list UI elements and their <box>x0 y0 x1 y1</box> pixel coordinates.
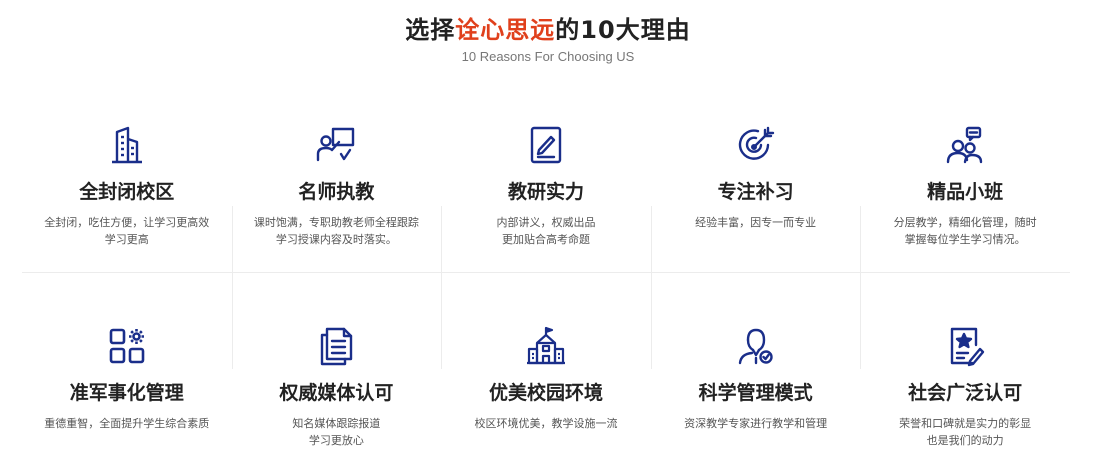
reason-card: 社会广泛认可 荣誉和口碑就是实力的彰显 也是我们的动力 <box>860 273 1070 447</box>
reason-title: 社会广泛认可 <box>908 382 1023 404</box>
building-icon <box>111 126 142 164</box>
section-header: 选择诠心思远的10大理由 10 Reasons For Choosing US <box>0 0 1096 64</box>
section-subtitle: 10 Reasons For Choosing US <box>461 49 635 64</box>
reason-card: 全封闭校区 全封闭，吃住方便，让学习更高效 学习更高 <box>22 120 232 273</box>
title-suffix: 的10大理由 <box>555 16 691 44</box>
reason-description: 资深教学专家进行教学和管理 <box>684 417 828 430</box>
reason-description: 课时饱满，专职助教老师全程跟踪 学习授课内容及时落实。 <box>253 216 419 246</box>
reason-description: 知名媒体跟踪报道 学习更放心 <box>292 417 381 447</box>
reason-card: 优美校园环境 校区环境优美，教学设施一流 <box>441 273 651 443</box>
reason-card: 名师执教 课时饱满，专职助教老师全程跟踪 学习授课内容及时落实。 <box>231 120 442 273</box>
reason-title: 精品小班 <box>927 181 1004 203</box>
teacher-board-icon <box>317 127 355 162</box>
reason-title: 名师执教 <box>298 181 375 203</box>
user-check-icon <box>738 328 773 365</box>
reason-title: 准军事化管理 <box>69 382 184 404</box>
reason-description: 全封闭，吃住方便，让学习更高效 学习更高 <box>44 216 210 246</box>
reason-card: 科学管理模式 资深教学专家进行教学和管理 <box>650 273 861 443</box>
title-prefix: 选择 <box>405 16 456 44</box>
certificate-star-icon <box>950 327 985 367</box>
reasons-grid: 全封闭校区 全封闭，吃住方便，让学习更高效 学习更高 名师执教 课时饱满，专职助… <box>22 120 1070 447</box>
reason-title: 优美校园环境 <box>488 382 603 404</box>
reason-description: 校区环境优美，教学设施一流 <box>474 417 618 430</box>
reason-title: 教研实力 <box>507 181 584 203</box>
school-icon <box>526 326 565 365</box>
target-icon <box>738 126 774 160</box>
section-title: 选择诠心思远的10大理由 <box>0 14 1096 46</box>
reason-description: 分层教学，精细化管理，随时 掌握每位学生学习情况。 <box>893 216 1037 246</box>
reason-title: 专注补习 <box>717 181 794 203</box>
reason-description: 内部讲义，权威出品 更加贴合高考命题 <box>496 216 596 246</box>
reason-description: 重德重智，全面提升学生综合素质 <box>44 417 210 430</box>
reason-description: 经验丰富，因专一而专业 <box>695 216 817 229</box>
reason-card: 准军事化管理 重德重智，全面提升学生综合素质 <box>22 273 232 443</box>
reason-card: 教研实力 内部讲义，权威出品 更加贴合高考命题 <box>441 120 651 273</box>
reasons-row-1: 全封闭校区 全封闭，吃住方便，让学习更高效 学习更高 名师执教 课时饱满，专职助… <box>22 120 1070 273</box>
grid-gear-icon <box>109 328 145 364</box>
document-icon <box>321 327 353 366</box>
reasons-row-2: 准军事化管理 重德重智，全面提升学生综合素质 权威媒体认可 知名媒体跟踪报道 学… <box>22 273 1070 447</box>
reason-card: 权威媒体认可 知名媒体跟踪报道 学习更放心 <box>231 273 442 447</box>
reason-title: 全封闭校区 <box>79 181 175 203</box>
notebook-pen-icon <box>530 126 562 164</box>
reason-description: 荣誉和口碑就是实力的彰显 也是我们的动力 <box>899 417 1032 447</box>
reason-card: 专注补习 经验丰富，因专一而专业 <box>650 120 861 273</box>
reason-card: 精品小班 分层教学，精细化管理，随时 掌握每位学生学习情况。 <box>860 120 1070 273</box>
reason-title: 科学管理模式 <box>698 382 813 404</box>
reason-title: 权威媒体认可 <box>279 382 394 404</box>
title-highlight: 诠心思远 <box>455 16 556 44</box>
group-chat-icon <box>946 126 983 164</box>
